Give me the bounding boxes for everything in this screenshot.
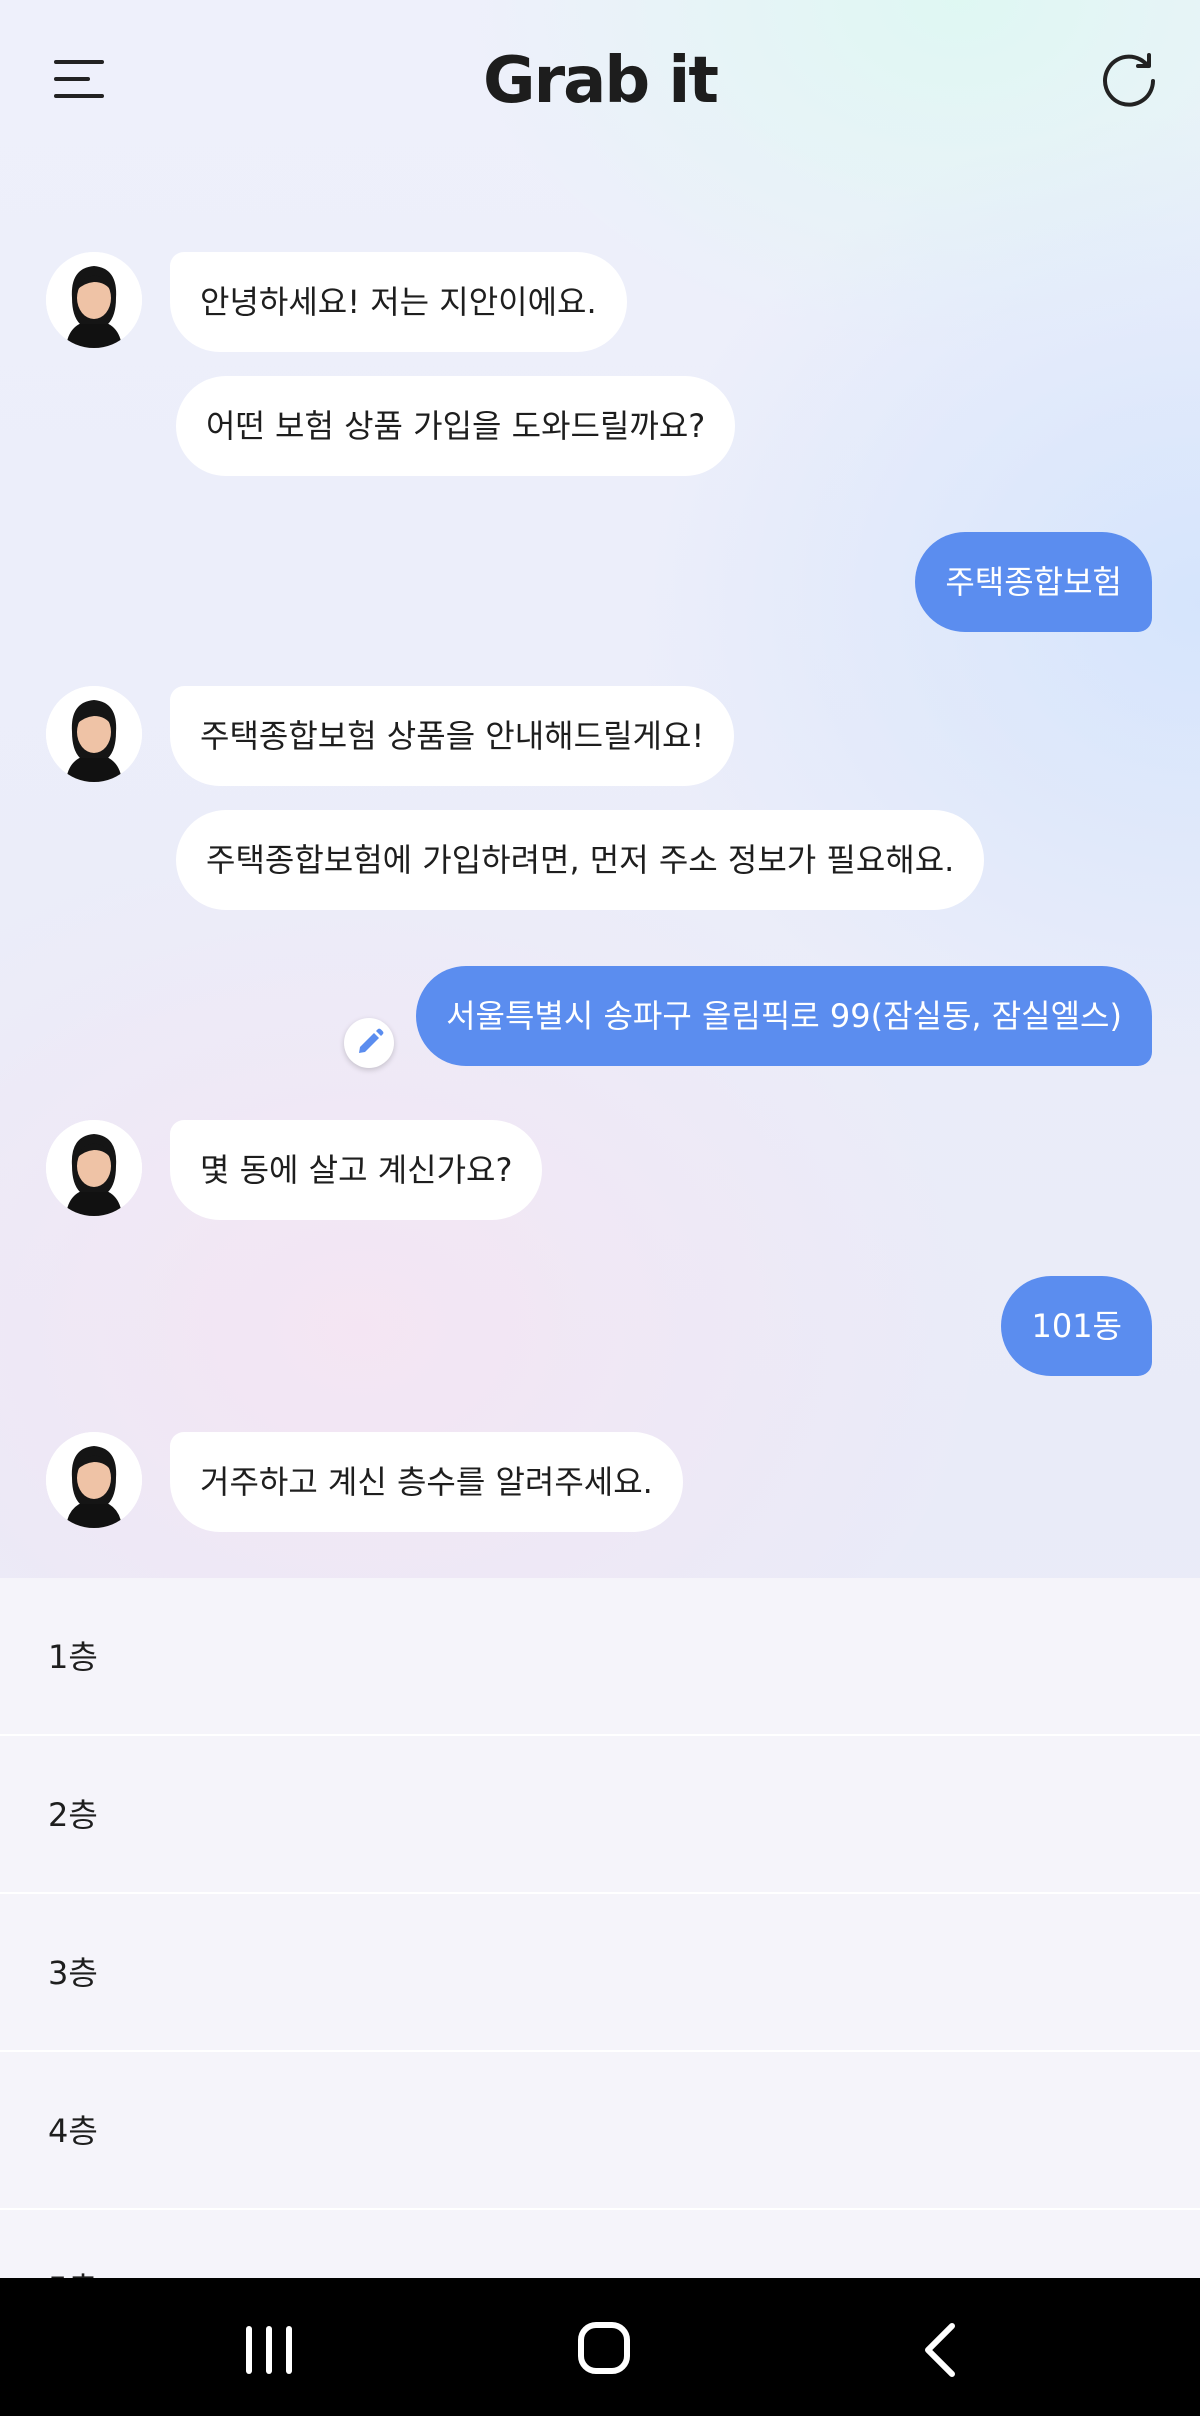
- chat-area: 안녕하세요! 저는 지안이에요. 어떤 보험 상품 가입을 도와드릴까요? 주택…: [0, 0, 1200, 1580]
- floor-option-label: 5층: [48, 2210, 98, 2278]
- floor-option-label: 1층: [48, 1638, 98, 1676]
- bot-message: 거주하고 계신 층수를 알려주세요.: [170, 1432, 683, 1532]
- floor-option-label: 2층: [48, 1796, 98, 1834]
- back-icon[interactable]: [920, 2320, 960, 2380]
- system-navigation-bar: [0, 2278, 1200, 2416]
- recent-apps-icon[interactable]: [246, 2326, 294, 2374]
- avatar: [46, 1432, 142, 1528]
- avatar: [46, 686, 142, 782]
- floor-option[interactable]: 5층: [0, 2210, 1200, 2278]
- bot-message: 주택종합보험에 가입하려면, 먼저 주소 정보가 필요해요.: [176, 810, 985, 910]
- floor-option-label: 4층: [48, 2112, 98, 2150]
- bot-message: 어떤 보험 상품 가입을 도와드릴까요?: [176, 376, 736, 476]
- floor-option[interactable]: 1층: [0, 1578, 1200, 1736]
- floor-option[interactable]: 2층: [0, 1736, 1200, 1894]
- bot-message: 안녕하세요! 저는 지안이에요.: [170, 252, 627, 352]
- user-message: 주택종합보험: [915, 532, 1152, 632]
- bot-message: 주택종합보험 상품을 안내해드릴게요!: [170, 686, 735, 786]
- user-message: 101동: [1001, 1276, 1152, 1376]
- floor-option-label: 3층: [48, 1954, 98, 1992]
- home-icon[interactable]: [578, 2322, 630, 2374]
- floor-option[interactable]: 4층: [0, 2052, 1200, 2210]
- user-message: 서울특별시 송파구 올림픽로 99(잠실동, 잠실엘스): [416, 966, 1152, 1066]
- edit-pencil-icon[interactable]: [344, 1018, 394, 1068]
- floor-options-list: 1층 2층 3층 4층 5층: [0, 1578, 1200, 2278]
- floor-option[interactable]: 3층: [0, 1894, 1200, 2052]
- avatar: [46, 1120, 142, 1216]
- avatar: [46, 252, 142, 348]
- bot-message: 몇 동에 살고 계신가요?: [170, 1120, 543, 1220]
